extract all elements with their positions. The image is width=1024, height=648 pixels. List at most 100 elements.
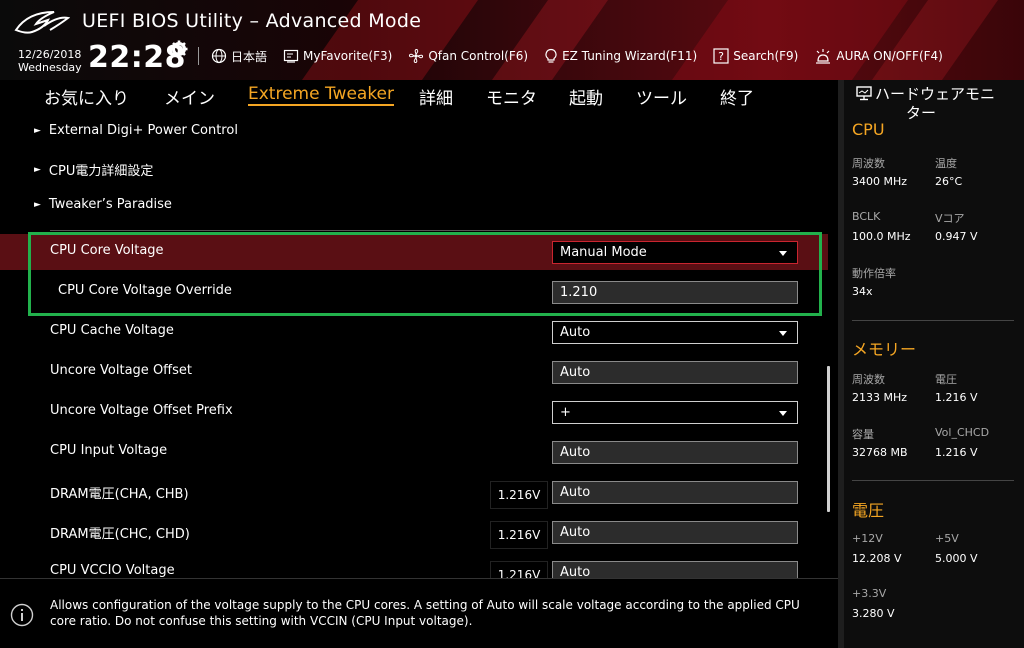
setting-label: CPU Input Voltage xyxy=(50,443,168,458)
setting-label: CPU Core Voltage Override xyxy=(58,283,232,298)
dropdown-value: Auto xyxy=(560,325,591,340)
monitor-icon xyxy=(856,86,872,101)
tab-boot[interactable]: 起動 xyxy=(569,84,603,109)
hw-label-bclk: BCLK xyxy=(852,210,881,223)
scrollbar-thumb[interactable] xyxy=(827,366,830,512)
favorite-icon xyxy=(283,49,299,63)
search-icon: ? xyxy=(713,48,729,64)
setting-row-cpu-core-voltage[interactable]: CPU Core Voltage Manual Mode xyxy=(0,234,828,270)
date-display: 12/26/2018 Wednesday xyxy=(18,48,82,74)
hw-label-mem-voltage: 電圧 xyxy=(935,373,957,386)
setting-row-dram-voltage-chab[interactable]: DRAM電圧(CHA, CHB) 1.216V Auto xyxy=(0,474,828,510)
chevron-right-icon: ► xyxy=(34,164,41,175)
toolbar: 日本語 MyFavorite(F3) Qfan Control(F6) EZ T… xyxy=(198,46,959,66)
hw-value-vcore: 0.947 V xyxy=(935,230,978,243)
setting-row-cpu-core-voltage-override[interactable]: CPU Core Voltage Override 1.210 xyxy=(0,274,828,310)
settings-panel: ► External Digi+ Power Control ► CPU電力詳細… xyxy=(0,112,838,578)
submenu-tweakers-paradise[interactable]: ► Tweaker’s Paradise xyxy=(34,197,172,212)
hw-label-ratio: 動作倍率 xyxy=(852,267,896,280)
tab-extreme-tweaker[interactable]: Extreme Tweaker xyxy=(248,84,395,106)
hw-value-cpu-frequency: 3400 MHz xyxy=(852,175,908,188)
app-title: UEFI BIOS Utility – Advanced Mode xyxy=(82,10,422,32)
ez-tuning-label: EZ Tuning Wizard(F11) xyxy=(562,49,698,63)
cpu-input-voltage-input[interactable]: Auto xyxy=(552,441,798,464)
aura-toggle-button[interactable]: AURA ON/OFF(F4) xyxy=(814,48,943,64)
cpu-core-voltage-dropdown[interactable]: Manual Mode xyxy=(552,241,798,264)
hw-label-3v3: +3.3V xyxy=(852,587,887,600)
setting-row-uncore-voltage-offset-prefix[interactable]: Uncore Voltage Offset Prefix + xyxy=(0,394,828,430)
voltage-readout: 1.216V xyxy=(490,521,548,549)
aura-label: AURA ON/OFF(F4) xyxy=(836,49,943,63)
voltage-readout: 1.216V xyxy=(490,561,548,578)
tab-tool[interactable]: ツール xyxy=(636,84,687,109)
hw-value-cpu-temperature: 26°C xyxy=(935,175,963,188)
fan-icon xyxy=(409,48,424,64)
cpu-core-voltage-override-input[interactable]: 1.210 xyxy=(552,281,798,304)
hw-label-12v: +12V xyxy=(852,532,883,545)
date-text: 12/26/2018 xyxy=(18,48,82,61)
setting-row-cpu-cache-voltage[interactable]: CPU Cache Voltage Auto xyxy=(0,314,828,350)
hw-value-mem-frequency: 2133 MHz xyxy=(852,391,908,404)
uncore-offset-prefix-dropdown[interactable]: + xyxy=(552,401,798,424)
hw-value-ratio: 34x xyxy=(852,285,873,298)
gear-icon[interactable] xyxy=(170,40,188,58)
search-button[interactable]: ? Search(F9) xyxy=(713,48,798,64)
svg-text:?: ? xyxy=(718,50,724,63)
hw-label-mem-frequency: 周波数 xyxy=(852,373,885,386)
setting-row-cpu-vccio-voltage[interactable]: CPU VCCIO Voltage 1.216V Auto xyxy=(0,554,828,578)
submenu-external-digi-power[interactable]: ► External Digi+ Power Control xyxy=(34,123,238,138)
myfavorite-button[interactable]: MyFavorite(F3) xyxy=(283,48,392,64)
hw-label-cpu-temperature: 温度 xyxy=(935,157,957,170)
setting-label: CPU Core Voltage xyxy=(50,243,164,258)
setting-label: Uncore Voltage Offset Prefix xyxy=(50,403,233,418)
tab-advanced[interactable]: 詳細 xyxy=(419,84,453,109)
hw-value-mem-capacity: 32768 MB xyxy=(852,446,908,459)
tab-favorites[interactable]: お気に入り xyxy=(44,84,129,109)
setting-label: CPU Cache Voltage xyxy=(50,323,174,338)
chevron-down-icon xyxy=(779,251,787,256)
help-bar: Allows configuration of the voltage supp… xyxy=(0,578,838,648)
dram-voltage-chcd-input[interactable]: Auto xyxy=(552,521,798,544)
rog-logo-icon xyxy=(14,11,70,34)
tab-main[interactable]: メイン xyxy=(164,84,215,109)
hardware-monitor-panel: ハードウェアモニ ター CPU 周波数 温度 3400 MHz 26°C BCL… xyxy=(838,80,1024,648)
hw-section-cpu: CPU xyxy=(852,120,885,139)
hw-value-5v: 5.000 V xyxy=(935,552,978,565)
cpu-vccio-voltage-input[interactable]: Auto xyxy=(552,561,798,578)
section-divider xyxy=(50,230,800,231)
qfan-control-button[interactable]: Qfan Control(F6) xyxy=(408,48,528,64)
setting-row-cpu-input-voltage[interactable]: CPU Input Voltage Auto xyxy=(0,434,828,470)
hw-divider xyxy=(852,320,1014,321)
setting-label: Uncore Voltage Offset xyxy=(50,363,192,378)
hw-value-vol-chcd: 1.216 V xyxy=(935,446,978,459)
hw-value-mem-voltage: 1.216 V xyxy=(935,391,978,404)
hw-divider xyxy=(852,480,1014,481)
myfavorite-label: MyFavorite(F3) xyxy=(303,49,393,63)
search-label: Search(F9) xyxy=(733,49,799,63)
tab-exit[interactable]: 終了 xyxy=(720,84,754,109)
cpu-cache-voltage-dropdown[interactable]: Auto xyxy=(552,321,798,344)
tab-monitor[interactable]: モニタ xyxy=(486,84,537,109)
hw-value-bclk: 100.0 MHz xyxy=(852,230,911,243)
setting-row-dram-voltage-chcd[interactable]: DRAM電圧(CHC, CHD) 1.216V Auto xyxy=(0,514,828,550)
hw-value-3v3: 3.280 V xyxy=(852,607,895,620)
voltage-readout: 1.216V xyxy=(490,481,548,509)
hw-label-mem-capacity: 容量 xyxy=(852,428,874,441)
setting-label: DRAM電圧(CHA, CHB) xyxy=(50,487,189,502)
hw-section-memory: メモリー xyxy=(852,340,917,359)
setting-row-uncore-voltage-offset[interactable]: Uncore Voltage Offset Auto xyxy=(0,354,828,390)
globe-icon xyxy=(211,48,227,64)
hw-label-vcore: Vコア xyxy=(935,212,965,225)
dram-voltage-chab-input[interactable]: Auto xyxy=(552,481,798,504)
dropdown-value: Manual Mode xyxy=(560,245,647,260)
uncore-voltage-offset-input[interactable]: Auto xyxy=(552,361,798,384)
bulb-icon xyxy=(545,48,557,63)
submenu-label: External Digi+ Power Control xyxy=(48,123,238,138)
submenu-cpu-power-settings[interactable]: ► CPU電力詳細設定 xyxy=(34,160,153,179)
chevron-right-icon: ► xyxy=(34,199,41,210)
hw-title-line1: ハードウェアモニ xyxy=(875,85,996,103)
language-button[interactable]: 日本語 xyxy=(211,48,267,65)
toolbar-divider xyxy=(198,47,199,65)
ez-tuning-wizard-button[interactable]: EZ Tuning Wizard(F11) xyxy=(544,48,697,64)
hw-value-12v: 12.208 V xyxy=(852,552,902,565)
